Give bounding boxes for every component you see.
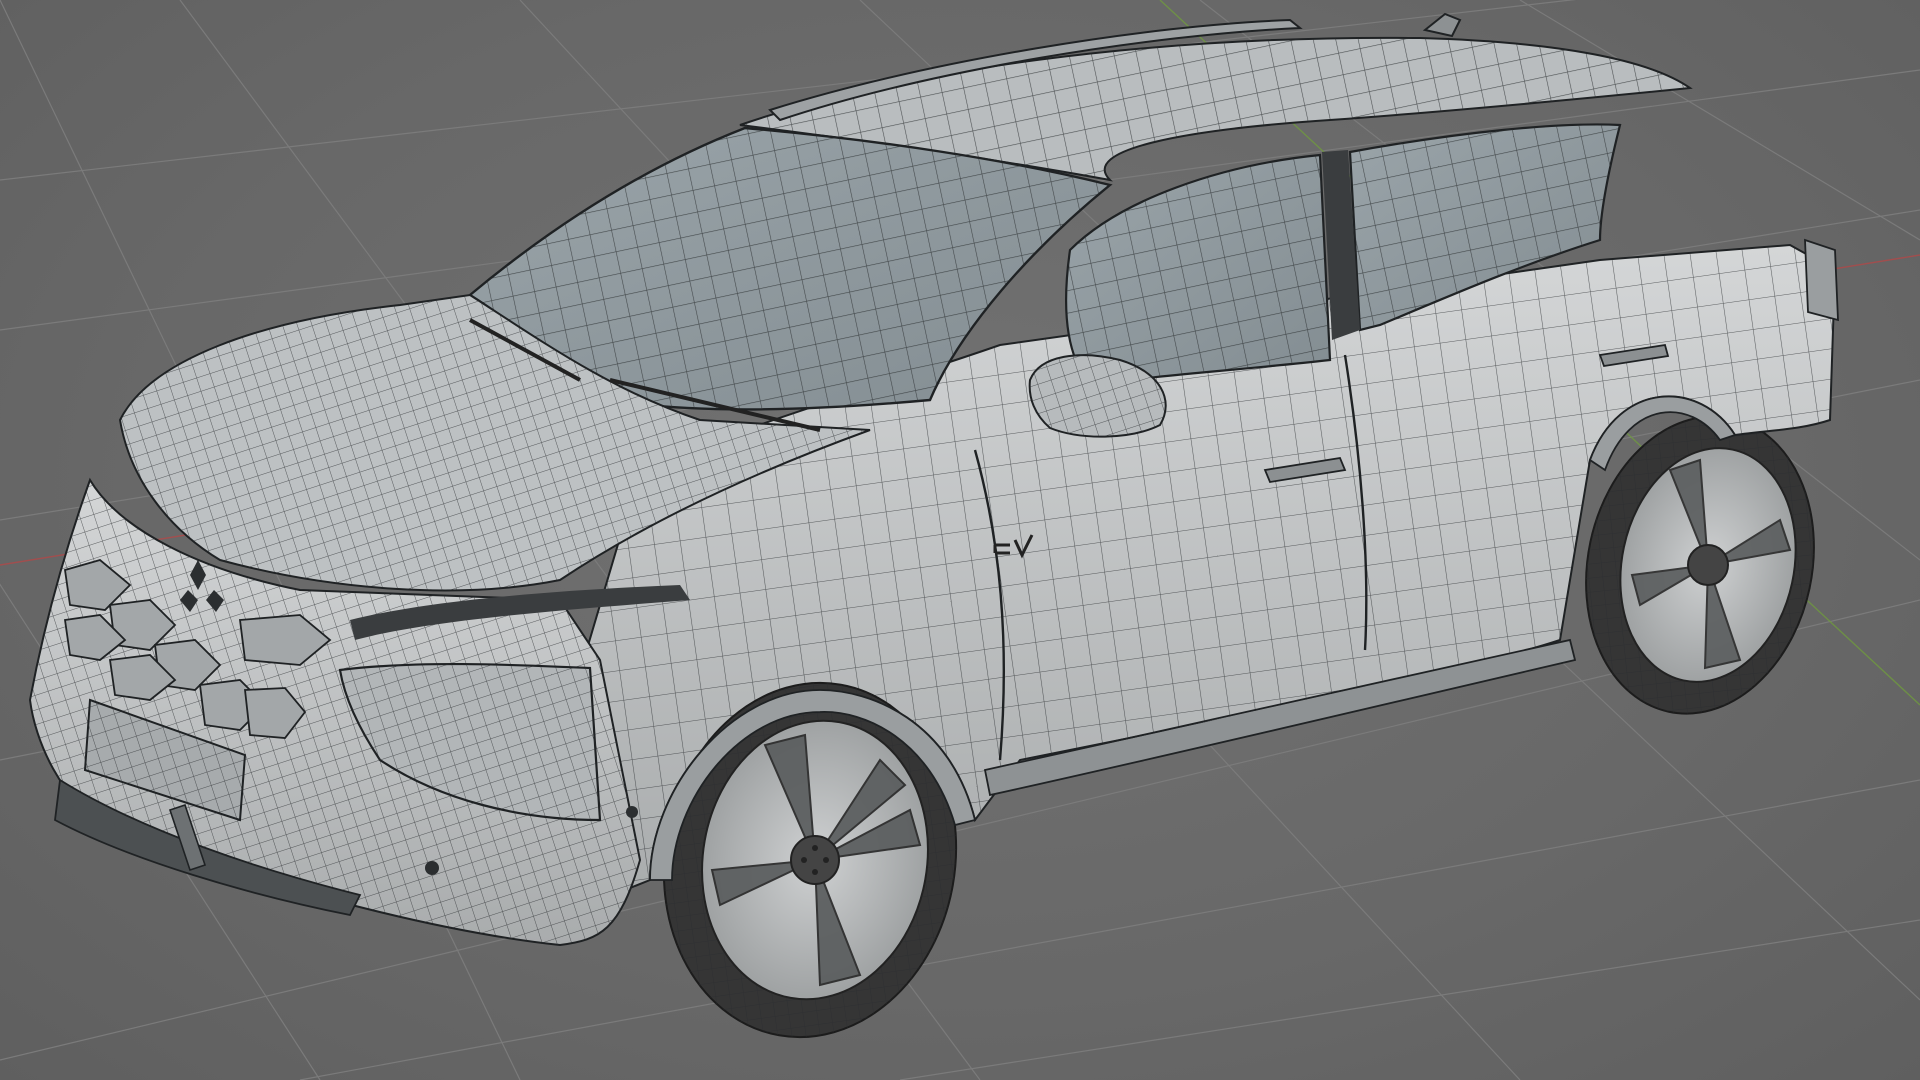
roof-antenna (1422, 12, 1462, 38)
rear-light (1804, 238, 1839, 322)
parking-sensor (425, 861, 439, 875)
3d-viewport[interactable] (0, 0, 1920, 1080)
car-mesh[interactable] (28, 12, 1841, 1060)
viewport-canvas[interactable] (0, 0, 1920, 1080)
fog-light (626, 806, 638, 818)
